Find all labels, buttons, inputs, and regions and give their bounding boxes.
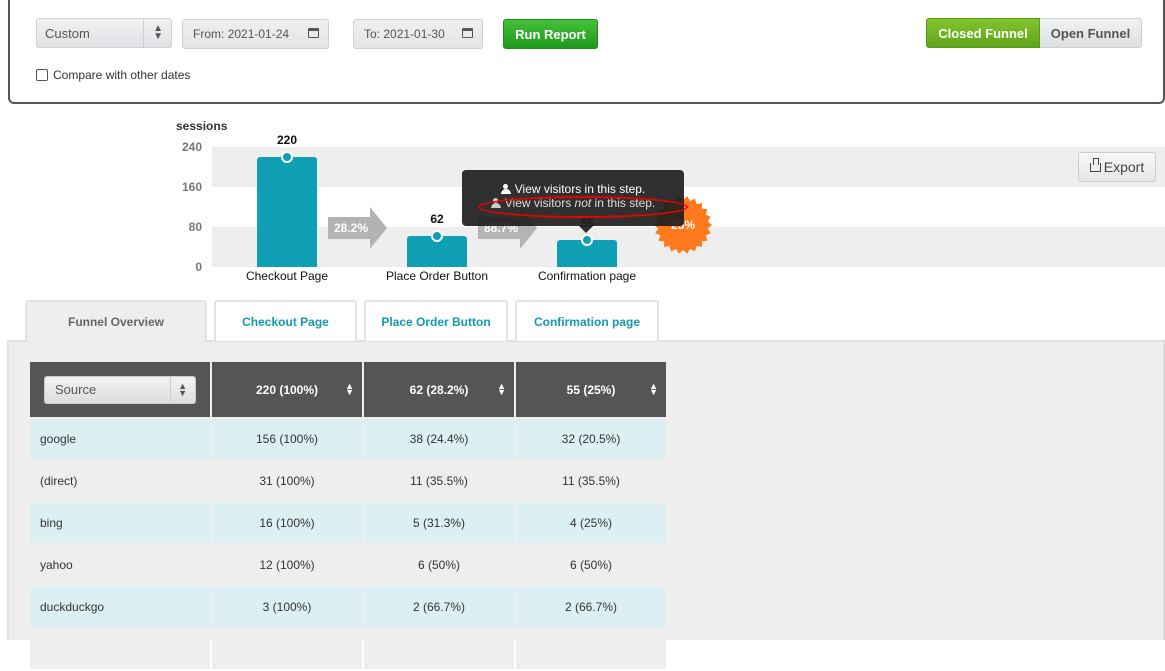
- value-cell: 2 (66.7%): [516, 587, 666, 627]
- y-axis-title: sessions: [176, 119, 228, 133]
- sort-icon: ▲ ▼: [497, 381, 506, 397]
- value-cell: 32 (20.5%): [516, 419, 666, 459]
- from-label: From:: [193, 27, 225, 41]
- source-cell: duckduckgo: [30, 587, 210, 627]
- user-icon: [500, 184, 511, 194]
- value-cell: 4 (25%): [516, 503, 666, 543]
- table-row: google 156 (100%) 38 (24.4%) 32 (20.5%): [30, 419, 666, 459]
- value-cell: 6 (50%): [364, 545, 514, 585]
- table-header-row: Source ▲ ▼ 220 (100%) ▲ ▼ 62 (28.2%) ▲ ▼ 55 (…: [30, 362, 666, 417]
- bar-point[interactable]: [281, 151, 293, 163]
- value-cell: [212, 629, 362, 669]
- table-row: yahoo 12 (100%) 6 (50%) 6 (50%): [30, 545, 666, 585]
- value-cell: 31 (100%): [212, 461, 362, 501]
- from-date-field[interactable]: From: 2021-01-24: [182, 19, 329, 49]
- funnel-tabs: Funnel Overview Checkout Page Place Orde…: [25, 300, 659, 342]
- value-cell: [516, 629, 666, 669]
- tab-confirmation-page[interactable]: Confirmation page: [515, 300, 659, 341]
- sort-icon: ▲ ▼: [345, 381, 354, 397]
- grid-band: [212, 147, 1165, 187]
- source-cell: [30, 629, 210, 669]
- from-date-value: 2021-01-24: [227, 27, 290, 41]
- column-header-step-2[interactable]: 62 (28.2%) ▲ ▼: [364, 362, 514, 417]
- calendar-icon[interactable]: [462, 28, 473, 38]
- conversion-arrow: 28.2%: [328, 207, 387, 249]
- column-header-step-3[interactable]: 55 (25%) ▲ ▼: [516, 362, 666, 417]
- funnel-mode-toggle: Closed Funnel Open Funnel: [926, 18, 1142, 48]
- bar-value-label: 62: [430, 212, 444, 226]
- funnel-table: Source ▲ ▼ 220 (100%) ▲ ▼ 62 (28.2%) ▲ ▼ 55 (…: [28, 360, 668, 671]
- to-label: To:: [364, 27, 381, 41]
- x-category-label: Confirmation page: [537, 269, 637, 283]
- value-cell: 12 (100%): [212, 545, 362, 585]
- updown-arrows-icon: ▲ ▼: [153, 23, 163, 42]
- y-tick-label: 160: [181, 180, 202, 194]
- open-funnel-button[interactable]: Open Funnel: [1040, 18, 1142, 48]
- view-visitors-in-step-link[interactable]: View visitors in this step.: [462, 182, 684, 196]
- funnel-chart: sessions 0 80 160 240 220 Checkout Page 62 Pla…: [0, 110, 1165, 290]
- value-cell: 2 (66.7%): [364, 587, 514, 627]
- table-row: (direct) 31 (100%) 11 (35.5%) 11 (35.5%): [30, 461, 666, 501]
- table-row: bing 16 (100%) 5 (31.3%) 4 (25%): [30, 503, 666, 543]
- bar-point[interactable]: [431, 230, 443, 242]
- select-divider: [170, 376, 171, 403]
- value-cell: 6 (50%): [516, 545, 666, 585]
- source-cell: yahoo: [30, 545, 210, 585]
- value-cell: 3 (100%): [212, 587, 362, 627]
- x-category-label: Checkout Page: [245, 269, 329, 283]
- value-cell: 38 (24.4%): [364, 419, 514, 459]
- export-button[interactable]: Export: [1078, 152, 1156, 182]
- value-cell: [364, 629, 514, 669]
- filter-panel: Custom ▲ ▼ From: 2021-01-24 To: 2021-01-3…: [8, 0, 1165, 104]
- source-cell: bing: [30, 503, 210, 543]
- table-row: [30, 629, 666, 669]
- export-icon: [1089, 157, 1101, 172]
- tab-place-order-button[interactable]: Place Order Button: [364, 300, 508, 341]
- y-tick-label: 240: [181, 140, 202, 154]
- source-cell: google: [30, 419, 210, 459]
- compare-dates-checkbox[interactable]: Compare with other dates: [36, 68, 190, 82]
- period-select-value: Custom: [45, 25, 90, 41]
- sort-icon: ▲ ▼: [649, 381, 658, 397]
- highlight-annotation: [478, 196, 688, 218]
- column-header-step-1[interactable]: 220 (100%) ▲ ▼: [212, 362, 362, 417]
- tab-checkout-page[interactable]: Checkout Page: [214, 300, 357, 341]
- value-cell: 11 (35.5%): [516, 461, 666, 501]
- checkbox[interactable]: [36, 69, 48, 81]
- x-category-label: Place Order Button: [385, 269, 489, 283]
- value-cell: 16 (100%): [212, 503, 362, 543]
- period-select[interactable]: Custom ▲ ▼: [36, 18, 172, 48]
- y-tick-label: 80: [188, 220, 202, 234]
- table-row: duckduckgo 3 (100%) 2 (66.7%) 2 (66.7%): [30, 587, 666, 627]
- bar[interactable]: [257, 157, 317, 267]
- to-date-field[interactable]: To: 2021-01-30: [353, 19, 483, 49]
- select-divider: [143, 19, 144, 47]
- calendar-icon[interactable]: [308, 28, 319, 38]
- compare-label: Compare with other dates: [53, 68, 191, 82]
- group-by-header: Source ▲ ▼: [30, 362, 210, 417]
- bar-value-label: 220: [276, 133, 298, 147]
- closed-funnel-button[interactable]: Closed Funnel: [926, 18, 1040, 48]
- group-by-select[interactable]: Source ▲ ▼: [44, 375, 196, 404]
- value-cell: 5 (31.3%): [364, 503, 514, 543]
- run-report-button[interactable]: Run Report: [503, 19, 598, 49]
- source-cell: (direct): [30, 461, 210, 501]
- y-tick-label: 0: [195, 260, 202, 274]
- to-date-value: 2021-01-30: [383, 27, 445, 41]
- updown-arrows-icon: ▲ ▼: [178, 380, 187, 398]
- value-cell: 11 (35.5%): [364, 461, 514, 501]
- bar-point[interactable]: [581, 233, 593, 246]
- tab-funnel-overview[interactable]: Funnel Overview: [25, 300, 207, 342]
- value-cell: 156 (100%): [212, 419, 362, 459]
